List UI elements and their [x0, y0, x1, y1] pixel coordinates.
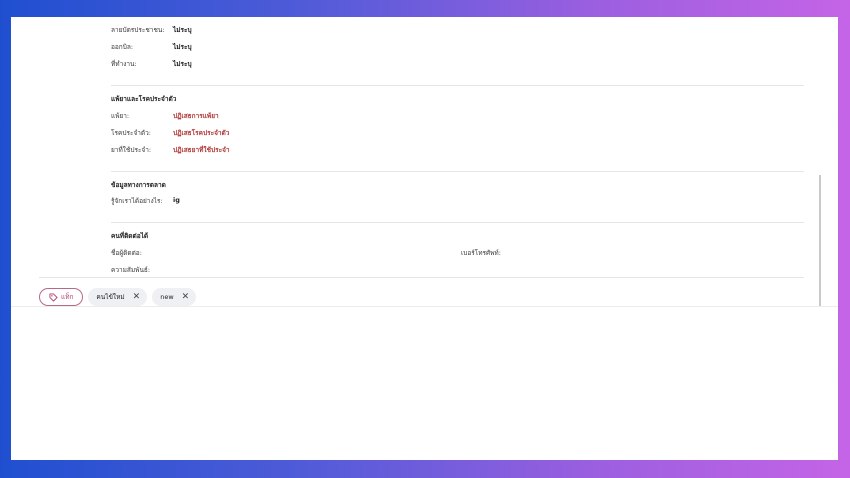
info-value: ปฏิเสธโรคประจำตัว: [173, 129, 230, 137]
info-value: ไม่ระบุ: [173, 26, 192, 34]
info-label: รู้จักเราได้อย่างไร:: [111, 197, 163, 205]
tag-chip: new ✕: [152, 288, 197, 306]
info-row-id-card: ลายบัตรประชาชน: ไม่ระบุ: [111, 25, 192, 35]
section-divider: [111, 222, 804, 223]
info-row-drug-allergy: แพ้ยา: ปฏิเสธการแพ้ยา: [111, 111, 219, 121]
close-icon[interactable]: ✕: [133, 292, 141, 302]
close-icon[interactable]: ✕: [182, 292, 190, 302]
info-label: แพ้ยา:: [111, 112, 130, 120]
section-divider: [111, 85, 804, 86]
vertical-scrollbar[interactable]: [819, 175, 821, 306]
contact-phone-label: เบอร์โทรศัพท์:: [461, 249, 501, 257]
patient-detail-panel: ลายบัตรประชาชน: ไม่ระบุ ออกบิล: ไม่ระบุ …: [11, 17, 838, 306]
panel-bottom-border: [11, 306, 838, 307]
tag-chip-label: คนไข้ใหม่: [96, 293, 125, 301]
info-label: ออกบิล:: [111, 43, 134, 51]
contact-name-row: ชื่อผู้ติดต่อ:: [111, 248, 173, 258]
info-value: ปฏิเสธการแพ้ยา: [173, 112, 219, 120]
tag-icon: [49, 292, 58, 302]
info-row-regular-medication: ยาที่ใช้ประจำ: ปฏิเสธยาที่ใช้ประจำ: [111, 145, 230, 155]
tag-chip-label: new: [160, 293, 174, 301]
info-row-billing: ออกบิล: ไม่ระบุ: [111, 42, 192, 52]
info-row-chronic-disease: โรคประจำตัว: ปฏิเสธโรคประจำตัว: [111, 128, 229, 138]
contact-relation-row: ความสัมพันธ์:: [111, 265, 173, 275]
tag-chip: คนไข้ใหม่ ✕: [88, 288, 148, 306]
info-value: ig: [173, 196, 180, 204]
info-value: ไม่ระบุ: [173, 43, 192, 51]
section-title-contact: คนที่ติดต่อได้: [111, 232, 149, 240]
info-label: ที่ทำงาน:: [111, 60, 137, 68]
section-title-medical: แพ้ยาและโรคประจำตัว: [111, 95, 177, 103]
section-title-marketing: ข้อมูลทางการตลาด: [111, 181, 166, 189]
contact-relation-label: ความสัมพันธ์:: [111, 266, 151, 274]
info-value: ไม่ระบุ: [173, 60, 192, 68]
info-row-workplace: ที่ทำงาน: ไม่ระบุ: [111, 59, 192, 69]
tag-bar: แท็ก คนไข้ใหม่ ✕ new ✕: [39, 288, 197, 306]
info-row-referral-source: รู้จักเราได้อย่างไร: ig: [111, 196, 180, 206]
info-label: ยาที่ใช้ประจำ:: [111, 146, 152, 154]
section-divider: [39, 277, 804, 278]
app-window: ลายบัตรประชาชน: ไม่ระบุ ออกบิล: ไม่ระบุ …: [11, 17, 838, 460]
info-label: โรคประจำตัว:: [111, 129, 151, 137]
add-tag-label: แท็ก: [61, 293, 74, 301]
add-tag-button[interactable]: แท็ก: [39, 288, 84, 306]
section-divider: [111, 171, 804, 172]
contact-name-label: ชื่อผู้ติดต่อ:: [111, 249, 142, 257]
info-value: ปฏิเสธยาที่ใช้ประจำ: [173, 146, 230, 154]
info-label: ลายบัตรประชาชน:: [111, 26, 165, 34]
